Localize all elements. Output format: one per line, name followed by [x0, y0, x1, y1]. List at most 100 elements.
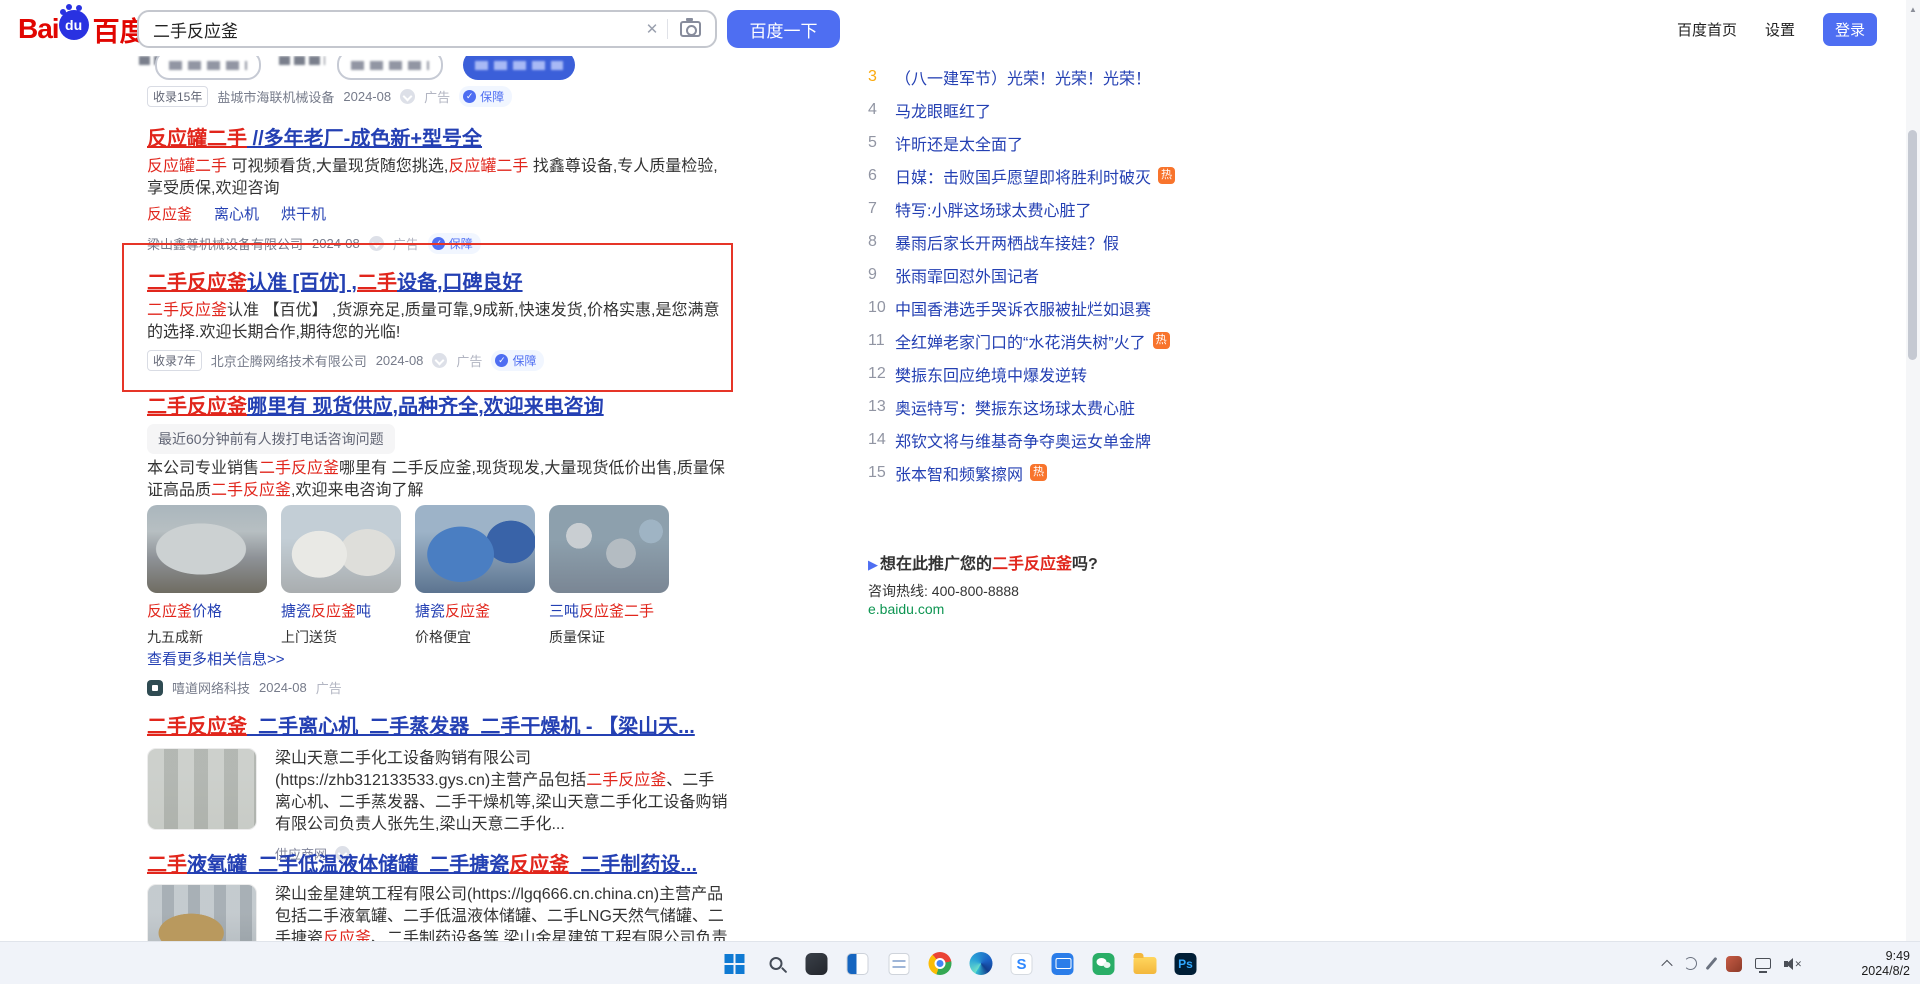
search-box[interactable]: ✕ [137, 10, 717, 48]
caption-keyword[interactable]: 反应釜 [147, 603, 192, 620]
clear-icon[interactable]: ✕ [637, 20, 667, 38]
hot-item-link[interactable]: 樊振东回应绝境中爆发逆转 [895, 362, 1087, 386]
image-card[interactable]: 反应釜价格 九五成新 [147, 505, 267, 647]
guarantee-badge[interactable]: ✓保障 [491, 350, 544, 371]
windows-start-icon[interactable] [722, 951, 748, 977]
title-text[interactable]: _二手离心机_二手蒸发器_二手干燥机 - 【梁山天... [247, 716, 695, 738]
hot-list-item[interactable]: 7特写:小胖这场球太费心脏了 [868, 192, 1175, 225]
scrollbar-thumb[interactable] [1908, 130, 1917, 360]
baidu-logo[interactable]: Bai du 百度 [18, 8, 147, 50]
hot-item-link[interactable]: 马龙眼眶红了 [895, 98, 991, 122]
feedback-chevron-icon[interactable] [400, 89, 415, 104]
scroll-up-arrow[interactable]: ▲ [1906, 0, 1920, 14]
guarantee-badge[interactable]: ✓保障 [459, 86, 512, 107]
hot-list-item[interactable]: 6日媒：击败国乒愿望即将胜利时破灭热 [868, 159, 1175, 192]
volume-muted-icon[interactable]: ✕ [1784, 957, 1802, 971]
title-text[interactable]: _二手制药设... [569, 854, 697, 876]
image-card[interactable]: 三吨反应釜二手 质量保证 [549, 505, 669, 647]
file-explorer-icon[interactable] [1132, 951, 1158, 977]
taskbar-search-icon[interactable] [763, 951, 789, 977]
title-text[interactable]: 液氧罐_二手低温液体储罐_二手搪瓷 [187, 854, 509, 876]
hot-list-item[interactable]: 11全红婵老家门口的“水花消失树”火了热 [868, 324, 1175, 357]
caption-text[interactable]: 三吨 [549, 603, 579, 620]
title-keyword[interactable]: 二手反应釜 [147, 396, 247, 418]
result-title[interactable]: 反应罐二手 //多年老厂-成色新+型号全 [147, 126, 482, 152]
caption-text[interactable]: 吨 [356, 603, 371, 620]
camera-icon[interactable] [680, 21, 701, 37]
hot-list-item[interactable]: 3（八一建军节）光荣！光荣！光荣！ [868, 60, 1175, 93]
title-keyword[interactable]: 二手反应釜 [147, 716, 247, 738]
tray-chevron-up-icon[interactable] [1661, 959, 1672, 970]
hot-item-link[interactable]: 特写:小胖这场球太费心脏了 [895, 197, 1091, 221]
edge-icon[interactable] [968, 951, 994, 977]
title-text[interactable]: 设备,口碑良好 [397, 272, 523, 294]
caption-keyword[interactable]: 反应釜 [311, 603, 356, 620]
result-image[interactable] [549, 505, 669, 593]
hot-item-link[interactable]: 张本智和频繁擦网 [895, 461, 1023, 485]
hot-item-link[interactable]: 奥运特写：樊振东这场球太费心脏 [895, 395, 1135, 419]
wechat-icon[interactable] [1091, 951, 1117, 977]
nav-settings[interactable]: 设置 [1765, 19, 1795, 40]
search-input[interactable] [139, 19, 637, 39]
title-text[interactable]: //多年老厂-成色新+型号全 [247, 128, 482, 150]
s-app-icon[interactable]: S [1009, 951, 1035, 977]
title-keyword[interactable]: 二手 [357, 272, 397, 294]
title-keyword[interactable]: 反应罐二手 [147, 128, 247, 150]
title-keyword[interactable]: 二手 [147, 854, 187, 876]
promo-url-link[interactable]: e.baidu.com [868, 601, 944, 617]
taskbar-clock[interactable]: 9:49 2024/8/2 [1861, 942, 1910, 984]
search-button[interactable]: 百度一下 [727, 10, 840, 48]
result-title[interactable]: 二手反应釜_二手离心机_二手蒸发器_二手干燥机 - 【梁山天... [147, 714, 695, 740]
hot-item-link[interactable]: 许昕还是太全面了 [895, 131, 1023, 155]
promo-line[interactable]: ▶想在此推广您的二手反应釜吗? [868, 550, 1168, 574]
result-title[interactable]: 二手反应釜哪里有 现货供应,品种齐全,欢迎来电咨询 [147, 394, 604, 420]
hot-list-item[interactable]: 15张本智和频繁擦网热 [868, 456, 1175, 489]
hot-list-item[interactable]: 13奥运特写：樊振东这场球太费心脏 [868, 390, 1175, 423]
hot-item-link[interactable]: 郑钦文将与维基奇争夺奥运女单金牌 [895, 428, 1151, 452]
tag-link[interactable]: 离心机 [214, 203, 259, 224]
caption-text[interactable]: 搪瓷 [281, 603, 311, 620]
result-image[interactable] [415, 505, 535, 593]
hot-list-item[interactable]: 9张雨霏回怼外国记者 [868, 258, 1175, 291]
result-image[interactable] [147, 505, 267, 593]
tray-sync-icon[interactable] [1684, 957, 1697, 970]
hot-item-link[interactable]: 中国香港选手哭诉衣服被扯烂如退赛 [895, 296, 1151, 320]
hot-item-link[interactable]: 日媒：击败国乒愿望即将胜利时破灭 [895, 164, 1151, 188]
title-text[interactable]: 哪里有 现货供应,品种齐全,欢迎来电咨询 [247, 396, 604, 418]
guarantee-badge[interactable]: ✓保障 [428, 233, 481, 254]
tray-pen-icon[interactable] [1706, 957, 1718, 970]
nav-baidu-home[interactable]: 百度首页 [1677, 19, 1737, 40]
page-scrollbar[interactable]: ▲ [1906, 0, 1920, 941]
hot-list-item[interactable]: 10中国香港选手哭诉衣服被扯烂如退赛 [868, 291, 1175, 324]
hot-list-item[interactable]: 12樊振东回应绝境中爆发逆转 [868, 357, 1175, 390]
hot-list-item[interactable]: 14郑钦文将与维基奇争夺奥运女单金牌 [868, 423, 1175, 456]
result-title[interactable]: 二手液氧罐_二手低温液体储罐_二手搪瓷反应釜_二手制药设... [147, 852, 697, 878]
result-image[interactable] [281, 505, 401, 593]
notepad-app-icon[interactable] [886, 951, 912, 977]
see-more-link[interactable]: 查看更多相关信息>> [147, 648, 285, 669]
task-view-icon[interactable] [845, 951, 871, 977]
hot-item-link[interactable]: （八一建军节）光荣！光荣！光荣！ [895, 65, 1151, 89]
title-text[interactable]: 认准 [百优] , [247, 272, 357, 294]
caption-keyword[interactable]: 反应釜二手 [579, 603, 654, 620]
hot-list-item[interactable]: 4马龙眼眶红了 [868, 93, 1175, 126]
login-button[interactable]: 登录 [1823, 13, 1877, 46]
result-title[interactable]: 二手反应釜认准 [百优] ,二手设备,口碑良好 [147, 270, 523, 296]
title-keyword[interactable]: 二手反应釜 [147, 272, 247, 294]
image-card[interactable]: 搪瓷反应釜 价格便宜 [415, 505, 535, 647]
hot-item-link[interactable]: 张雨霏回怼外国记者 [895, 263, 1039, 287]
feedback-chevron-icon[interactable] [369, 236, 384, 251]
result-thumbnail[interactable] [147, 748, 257, 830]
network-monitor-icon[interactable] [1755, 958, 1771, 969]
screenshot-app-icon[interactable] [1050, 951, 1076, 977]
caption-text[interactable]: 价格 [192, 603, 222, 620]
tag-link[interactable]: 反应釜 [147, 203, 192, 224]
tray-app-icon[interactable] [1726, 956, 1742, 972]
title-keyword[interactable]: 反应釜 [509, 854, 569, 876]
feedback-chevron-icon[interactable] [432, 353, 447, 368]
terminal-app-icon[interactable] [804, 951, 830, 977]
tag-link[interactable]: 烘干机 [281, 203, 326, 224]
caption-keyword[interactable]: 反应釜 [445, 603, 490, 620]
hot-item-link[interactable]: 暴雨后家长开两栖战车接娃？假 [895, 230, 1119, 254]
hot-item-link[interactable]: 全红婵老家门口的“水花消失树”火了 [895, 329, 1146, 353]
